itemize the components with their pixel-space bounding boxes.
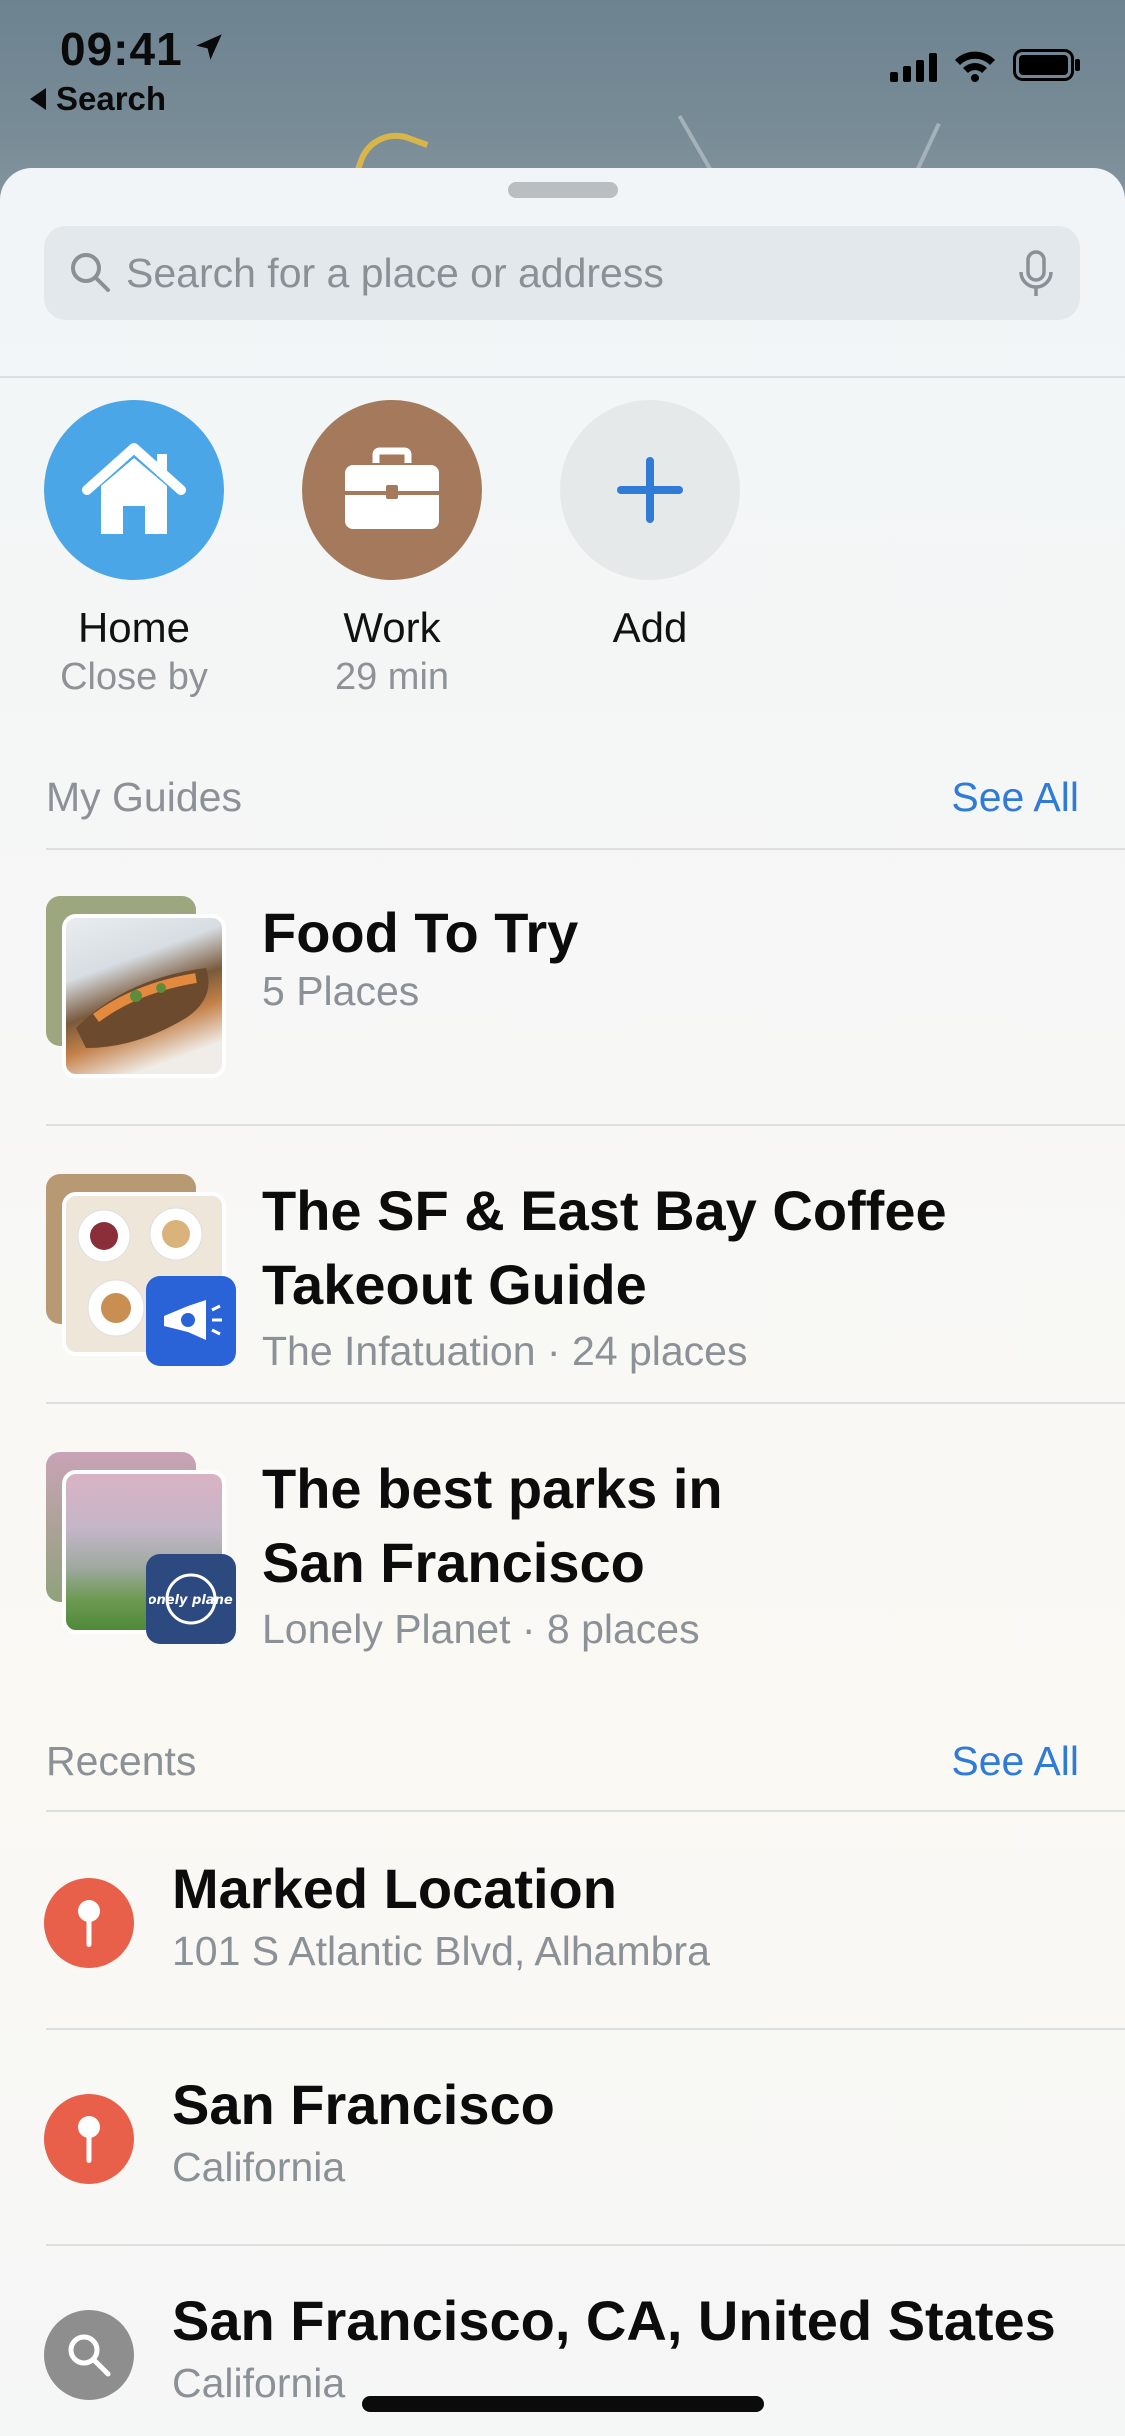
back-triangle-icon: [30, 88, 46, 110]
recents-heading: Recents: [46, 1738, 197, 1784]
plus-icon: [617, 457, 683, 523]
search-input[interactable]: Search for a place or address: [44, 226, 1080, 320]
guide-thumbnail: [46, 896, 246, 1096]
sheet-grabber-handle[interactable]: [508, 182, 618, 198]
guide-subtitle: 5 Places: [262, 968, 420, 1014]
divider: [46, 1124, 1125, 1126]
home-circle: [44, 400, 224, 580]
status-time: 09:41: [60, 23, 183, 75]
divider: [0, 376, 1125, 378]
infatuation-badge-icon: [146, 1276, 236, 1366]
back-to-search-link[interactable]: Search: [30, 80, 166, 118]
location-arrow-icon: [196, 34, 222, 60]
microphone-icon[interactable]: [1016, 250, 1056, 300]
search-placeholder: Search for a place or address: [126, 249, 664, 296]
recent-subtitle: California: [172, 2360, 346, 2406]
briefcase-icon: [345, 447, 439, 529]
home-indicator[interactable]: [362, 2396, 764, 2412]
guide-subtitle: Lonely Planet · 8 places: [262, 1606, 700, 1652]
lonely-planet-logo-icon: lonely planet: [149, 1573, 233, 1625]
guide-subtitle: The Infatuation · 24 places: [262, 1328, 748, 1374]
search-sheet: Search for a place or address Home Close…: [0, 168, 1125, 2436]
house-icon: [82, 443, 186, 534]
wifi-icon: [955, 51, 995, 82]
guide-title-line-1: The SF & East Bay Coffee: [262, 1179, 947, 1242]
recent-title: Marked Location: [172, 1857, 617, 1920]
guide-title-line-1: The best parks in: [262, 1457, 723, 1520]
favorite-subtitle: Close by: [60, 656, 208, 698]
recent-title: San Francisco, CA, United States: [172, 2289, 1056, 2352]
my-guides-heading: My Guides: [46, 774, 242, 820]
recent-title: San Francisco: [172, 2073, 555, 2136]
guide-sf-coffee-takeout[interactable]: The SF & East Bay Coffee Takeout Guide T…: [46, 1174, 1106, 1384]
guide-title-line-2: San Francisco: [262, 1531, 645, 1594]
pin-icon: [44, 1878, 134, 1968]
food-photo: [62, 914, 226, 1078]
maps-screen: 09:41 Search Search for a place or addre…: [0, 0, 1125, 2436]
recent-san-francisco[interactable]: San Francisco California: [44, 2073, 1104, 2204]
back-label: Search: [56, 80, 167, 117]
svg-text:lonely planet: lonely planet: [149, 1593, 233, 1608]
favorite-title: Home: [77, 604, 191, 651]
cellular-signal-icon: [890, 52, 937, 82]
divider: [46, 848, 1125, 850]
status-icons: [890, 48, 1081, 82]
battery-icon: [1013, 49, 1080, 81]
magnifier-icon: [44, 2310, 134, 2400]
guide-title: Food To Try: [262, 901, 579, 964]
favorite-title: Add: [612, 604, 688, 651]
recent-marked-location[interactable]: Marked Location 101 S Atlantic Blvd, Alh…: [44, 1857, 1104, 1988]
favorite-home[interactable]: Home Close by: [44, 400, 224, 699]
divider: [46, 1810, 1125, 1812]
divider: [46, 2028, 1125, 2030]
search-icon: [71, 253, 110, 292]
guides-see-all-button[interactable]: See All: [951, 774, 1079, 821]
guide-thumbnail: [46, 1174, 246, 1374]
favorite-title: Work: [343, 604, 441, 651]
guide-sf-parks[interactable]: lonely planet The best parks in San Fran…: [46, 1452, 1106, 1662]
divider: [46, 1402, 1125, 1404]
add-circle: [560, 400, 740, 580]
guide-thumbnail: lonely planet: [46, 1452, 246, 1652]
favorite-work[interactable]: Work 29 min: [302, 400, 482, 699]
divider: [46, 2244, 1125, 2246]
lonely-planet-badge-icon: lonely planet: [146, 1554, 236, 1644]
recent-subtitle: California: [172, 2144, 346, 2190]
guide-food-to-try[interactable]: Food To Try 5 Places: [46, 896, 1106, 1096]
work-circle: [302, 400, 482, 580]
favorite-add[interactable]: Add: [560, 400, 740, 652]
favorite-subtitle: 29 min: [334, 656, 450, 698]
recent-subtitle: 101 S Atlantic Blvd, Alhambra: [172, 1928, 710, 1974]
megaphone-icon: [164, 1300, 222, 1340]
pin-icon: [44, 2094, 134, 2184]
guide-title-line-2: Takeout Guide: [262, 1253, 647, 1316]
recents-see-all-button[interactable]: See All: [951, 1738, 1079, 1785]
